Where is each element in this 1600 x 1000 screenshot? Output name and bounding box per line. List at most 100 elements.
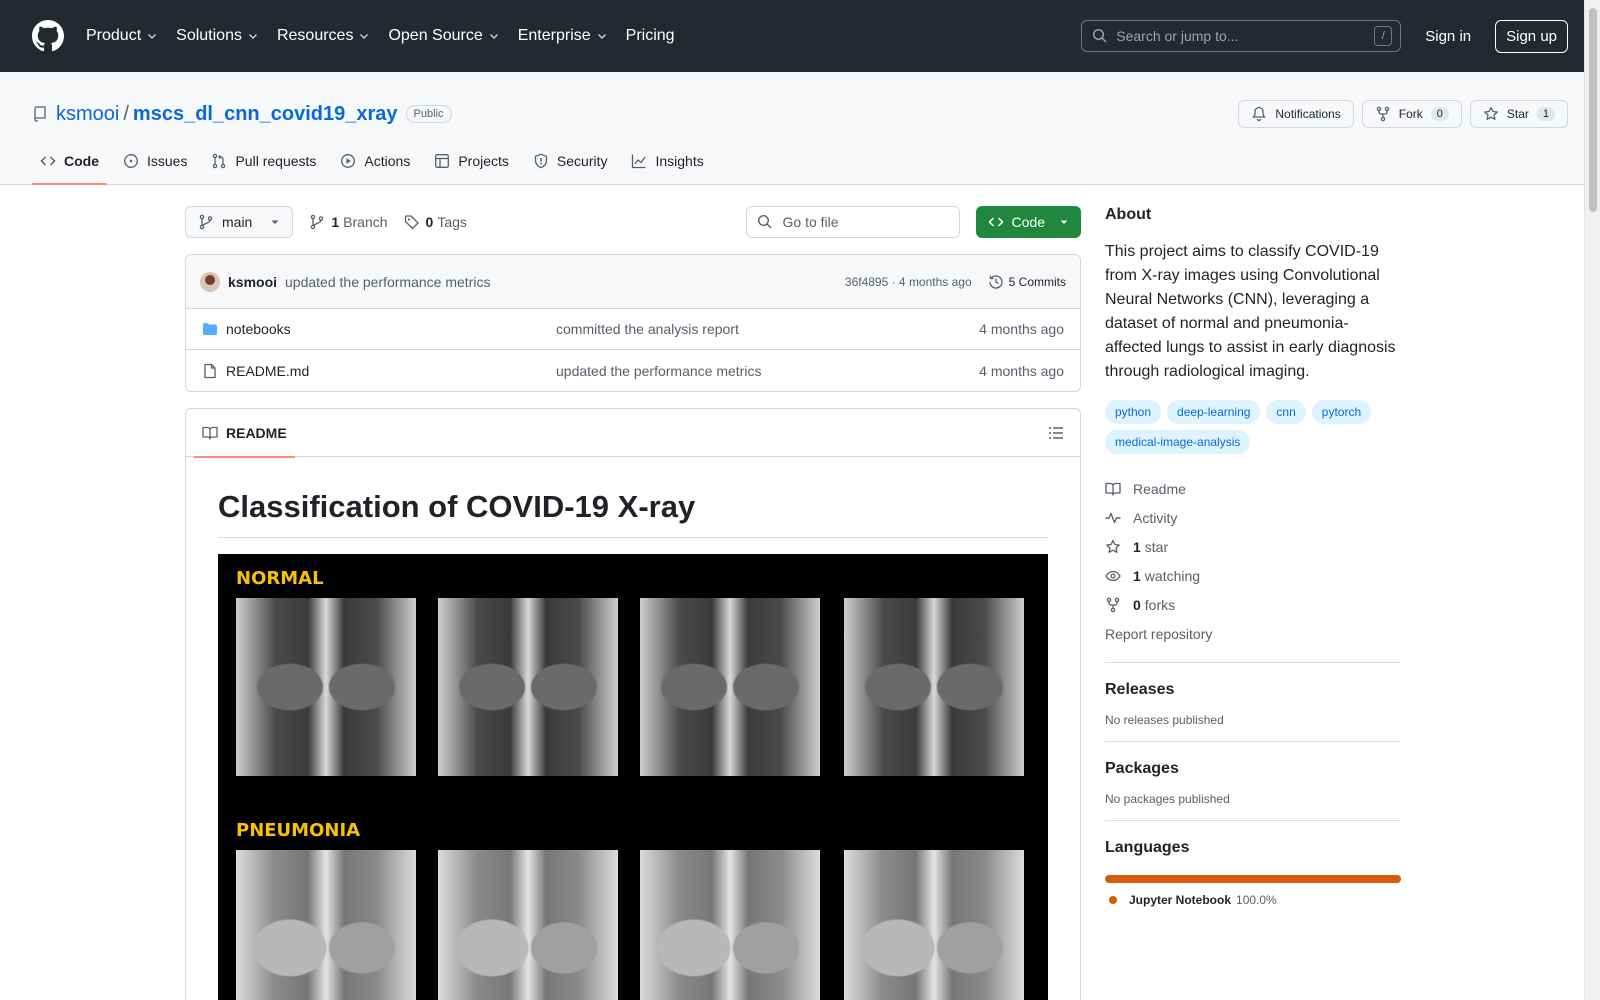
eye-icon: [1105, 570, 1121, 581]
global-header: Product Solutions Resources Open Source …: [0, 0, 1600, 72]
sign-up-button[interactable]: Sign up: [1495, 19, 1568, 53]
tab-label: Actions: [364, 153, 411, 169]
code-dropdown-button[interactable]: Code: [975, 206, 1081, 238]
releases-heading[interactable]: Releases: [1105, 681, 1401, 699]
repo-header: ksmooi / mscs_dl_cnn_covid19_xray Public…: [0, 72, 1600, 185]
fork-button[interactable]: Fork 0: [1361, 100, 1462, 128]
topic-tag[interactable]: python: [1105, 400, 1162, 424]
list-unordered-icon[interactable]: [1048, 425, 1064, 441]
nav-label: Resources: [276, 27, 354, 44]
packages-heading[interactable]: Packages: [1105, 760, 1401, 778]
xray-pneumonia-image: [236, 850, 416, 1000]
watchers-link[interactable]: 1 watching: [1105, 561, 1401, 590]
file-commit-message[interactable]: updated the performance metrics: [556, 363, 761, 379]
topic-tag[interactable]: deep-learning: [1167, 400, 1261, 424]
tab-actions[interactable]: Actions: [332, 138, 418, 184]
tag-label: Tags: [437, 214, 467, 230]
topic-tag[interactable]: pytorch: [1311, 400, 1372, 424]
packages-section: Packages No packages published: [1105, 741, 1401, 806]
file-commit-message[interactable]: committed the analysis report: [556, 321, 739, 337]
nav-pricing[interactable]: Pricing: [626, 27, 675, 45]
scrollbar-thumb[interactable]: [1589, 8, 1597, 212]
global-search-input[interactable]: Search or jump to... /: [1081, 20, 1402, 52]
commits-link[interactable]: 5 Commits: [988, 274, 1066, 290]
nav-label: Pricing: [625, 27, 675, 44]
code-icon: [40, 156, 56, 166]
readme-panel: README Classification of COVID-19 X-ray …: [185, 408, 1081, 1000]
star-icon: [1106, 539, 1120, 553]
notifications-button[interactable]: Notifications: [1238, 100, 1354, 128]
star-icon: [1484, 106, 1498, 120]
readme-link[interactable]: Readme: [1105, 474, 1401, 503]
releases-section: Releases No releases published: [1105, 662, 1401, 727]
commit-message[interactable]: updated the performance metrics: [285, 274, 490, 290]
xray-normal-image: [844, 598, 1024, 776]
topic-tag[interactable]: cnn: [1266, 400, 1306, 424]
stars-link[interactable]: 1 star: [1105, 532, 1401, 561]
star-button[interactable]: Star 1: [1469, 100, 1568, 128]
language-percent: 100.0%: [1236, 893, 1277, 907]
nav-enterprise[interactable]: Enterprise: [518, 27, 608, 45]
repo-owner-link[interactable]: ksmooi: [56, 103, 119, 126]
tab-projects[interactable]: Projects: [426, 138, 517, 184]
forks-label: forks: [1144, 596, 1176, 613]
commit-meta[interactable]: 36f4895 · 4 months ago: [845, 275, 972, 289]
xray-normal-image: [640, 598, 820, 776]
commit-author[interactable]: ksmooi: [228, 274, 277, 290]
repo-content: main 1 Branch 0 Tags Go to file Code ksm…: [185, 206, 1405, 1000]
nav-product[interactable]: Product: [86, 27, 158, 45]
github-logo-icon[interactable]: [32, 20, 64, 52]
file-row[interactable]: notebooks committed the analysis report …: [186, 309, 1080, 350]
search-icon: [757, 214, 772, 229]
page-scrollbar[interactable]: [1584, 0, 1600, 1000]
nav-label: Product: [86, 27, 142, 44]
avatar[interactable]: [200, 271, 220, 292]
activity-link[interactable]: Activity: [1105, 503, 1401, 532]
sign-in-link[interactable]: Sign in: [1425, 28, 1471, 45]
main-column: main 1 Branch 0 Tags Go to file Code ksm…: [185, 206, 1081, 1000]
topic-list: python deep-learning cnn pytorch medical…: [1105, 400, 1401, 460]
tab-label: Security: [556, 153, 608, 169]
pull-request-icon: [213, 153, 226, 169]
chevron-down-icon: [489, 34, 498, 39]
file-row[interactable]: README.md updated the performance metric…: [186, 350, 1080, 391]
nav-label: Solutions: [176, 27, 242, 44]
activity-link-label: Activity: [1133, 509, 1178, 526]
about-heading: About: [1105, 206, 1152, 223]
branch-label: Branch: [343, 214, 388, 230]
bell-icon: [1252, 106, 1267, 122]
readme-tab[interactable]: README: [194, 409, 295, 458]
xray-pneumonia-image: [438, 850, 618, 1000]
nav-solutions[interactable]: Solutions: [176, 27, 259, 45]
nav-open-source[interactable]: Open Source: [388, 27, 499, 45]
branches-link[interactable]: 1 Branch: [309, 214, 388, 230]
language-item[interactable]: Jupyter Notebook 100.0%: [1105, 893, 1401, 907]
go-to-file-placeholder: Go to file: [782, 214, 839, 230]
repo-title: ksmooi / mscs_dl_cnn_covid19_xray Public: [32, 103, 452, 126]
file-name[interactable]: notebooks: [226, 321, 556, 337]
file-name[interactable]: README.md: [226, 363, 556, 379]
nav-resources[interactable]: Resources: [277, 27, 370, 45]
forks-count: 0: [1133, 596, 1141, 613]
search-placeholder: Search or jump to...: [1116, 28, 1239, 44]
tags-link[interactable]: 0 Tags: [404, 214, 467, 230]
tab-security[interactable]: Security: [525, 138, 616, 184]
go-to-file-input[interactable]: Go to file: [745, 206, 960, 238]
repo-name-link[interactable]: mscs_dl_cnn_covid19_xray: [133, 103, 398, 126]
star-label: Star: [1506, 107, 1529, 121]
branch-select-button[interactable]: main: [185, 206, 294, 238]
topic-tag[interactable]: medical-image-analysis: [1105, 430, 1251, 454]
report-repository-link[interactable]: Report repository: [1105, 619, 1401, 648]
chevron-down-icon: [597, 34, 606, 39]
tab-label: Projects: [458, 153, 509, 169]
book-icon: [1105, 482, 1121, 496]
language-bar: [1105, 875, 1401, 883]
forks-link[interactable]: 0 forks: [1105, 590, 1401, 619]
tab-pull-requests[interactable]: Pull requests: [203, 138, 324, 184]
stars-count: 1: [1133, 538, 1141, 555]
fork-icon: [1106, 597, 1120, 612]
top-nav: Product Solutions Resources Open Source …: [86, 27, 693, 45]
tab-issues[interactable]: Issues: [115, 138, 195, 184]
tab-insights[interactable]: Insights: [623, 138, 711, 184]
tab-code[interactable]: Code: [32, 138, 107, 185]
